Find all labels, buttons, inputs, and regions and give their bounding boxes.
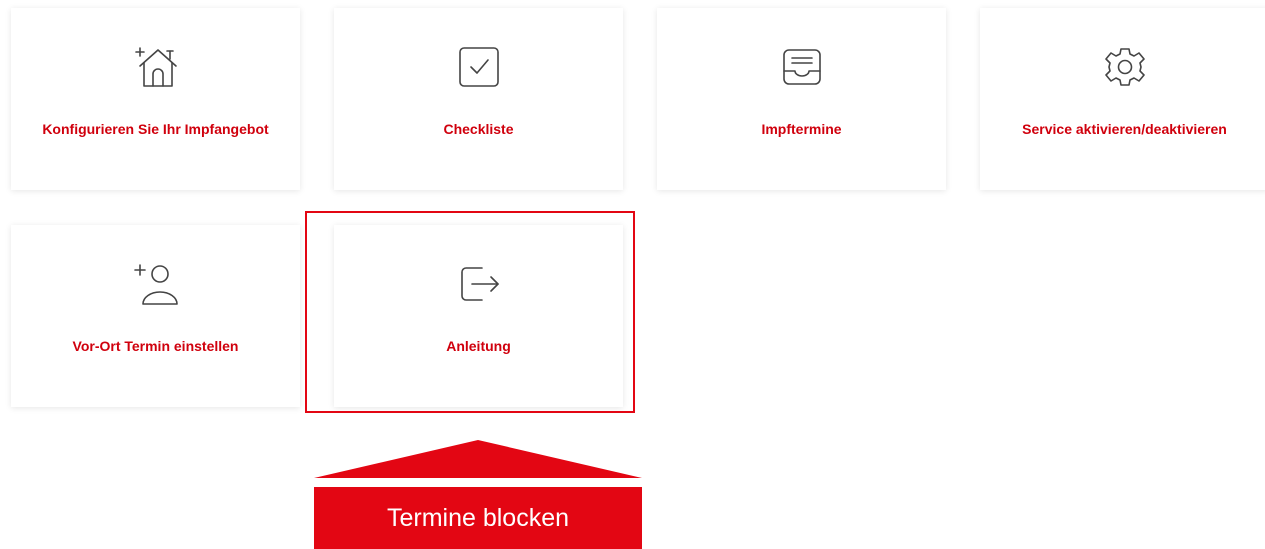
tile-label: Konfigurieren Sie Ihr Impfangebot <box>42 121 269 137</box>
callout-banner: Termine blocken <box>314 487 642 549</box>
house-add-icon <box>131 42 181 92</box>
callout-arrow-icon <box>314 440 642 478</box>
tile-service-toggle[interactable]: Service aktivieren/deaktivieren <box>980 8 1265 190</box>
gear-icon <box>1100 42 1150 92</box>
inbox-tray-icon <box>777 42 827 92</box>
tile-label: Impftermine <box>761 121 842 137</box>
tile-label: Anleitung <box>446 338 511 354</box>
tile-appointments[interactable]: Impftermine <box>657 8 946 190</box>
tile-configure-offer[interactable]: Konfigurieren Sie Ihr Impfangebot <box>11 8 300 190</box>
tile-checklist[interactable]: Checkliste <box>334 8 623 190</box>
tile-label: Checkliste <box>443 121 514 137</box>
add-person-icon <box>131 259 181 309</box>
checkbox-icon <box>454 42 504 92</box>
tile-guide[interactable]: Anleitung <box>334 225 623 407</box>
tile-label: Service aktivieren/deaktivieren <box>1022 121 1227 137</box>
tile-label: Vor-Ort Termin einstellen <box>72 338 239 354</box>
tile-onsite-appointment[interactable]: Vor-Ort Termin einstellen <box>11 225 300 407</box>
logout-arrow-icon <box>454 259 504 309</box>
dashboard: Konfigurieren Sie Ihr Impfangebot Checkl… <box>0 0 1265 549</box>
